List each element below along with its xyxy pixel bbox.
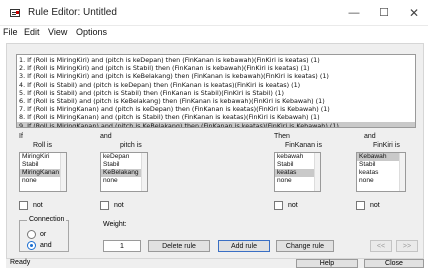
rule-list-item[interactable]: 5. If (Roll is Stabil) and (pitch is Sta… xyxy=(17,89,415,97)
rule-list-item[interactable]: 6. If (Roll is Stabil) and (pitch is KeB… xyxy=(17,97,415,105)
finkiri-not-checkbox[interactable] xyxy=(356,201,365,210)
pitch-listbox-scrollbar[interactable] xyxy=(141,153,147,191)
finkanan-title-label: FinKanan is xyxy=(285,142,322,149)
status-text: Ready xyxy=(10,259,31,266)
roll-listbox-scrollbar[interactable] xyxy=(60,153,66,191)
finkanan-prefix-label: Then xyxy=(274,133,290,140)
rule-list[interactable]: 1. If (Roll is MiringKiri) and (pitch is… xyxy=(16,54,416,128)
pitch-title-label: pitch is xyxy=(120,142,142,149)
rule-list-item[interactable]: 9. If (Roll is MiringKanan) and (pitch i… xyxy=(17,121,415,127)
pitch-not-label: not xyxy=(114,202,124,209)
rule-list-item[interactable]: 4. If (Roll is Stabil) and (pitch is keD… xyxy=(17,81,415,89)
help-button[interactable]: Help xyxy=(296,259,358,268)
finkiri-listbox-item[interactable]: keatas xyxy=(357,169,405,177)
finkiri-title-label: FinKiri is xyxy=(373,142,400,149)
rule-list-item[interactable]: 8. If (Roll is MiringKanan) and (pitch i… xyxy=(17,113,415,121)
menu-view[interactable]: View xyxy=(48,27,67,37)
menu-options[interactable]: Options xyxy=(76,27,107,37)
menu-edit[interactable]: Edit xyxy=(24,27,40,37)
finkiri-not-label: not xyxy=(370,202,380,209)
roll-not-checkbox[interactable] xyxy=(19,201,28,210)
finkiri-listbox[interactable]: Kebawah Stabil keatas none xyxy=(356,152,406,192)
finkiri-prefix-label: and xyxy=(364,133,376,140)
delete-rule-button[interactable]: Delete rule xyxy=(148,240,210,252)
finkiri-listbox-item[interactable]: Stabil xyxy=(357,161,405,169)
roll-not-label: not xyxy=(33,202,43,209)
window-title: Rule Editor: Untitled xyxy=(28,7,117,18)
rule-editor-app-icon xyxy=(10,9,20,17)
rule-list-item[interactable]: 3. If (Roll is MiringKiri) and (pitch is… xyxy=(17,72,415,80)
finkiri-listbox-item[interactable]: Kebawah xyxy=(357,153,405,161)
close-window-button[interactable]: ✕ xyxy=(402,4,426,22)
weight-input[interactable]: 1 xyxy=(103,240,141,252)
pitch-listbox[interactable]: keDepan Stabil KeBelakang none xyxy=(100,152,148,192)
connection-title: Connection xyxy=(27,216,67,223)
roll-title-label: Roll is xyxy=(33,142,53,149)
pitch-not-checkbox[interactable] xyxy=(100,201,109,210)
finkiri-listbox-item[interactable]: none xyxy=(357,177,405,185)
menu-bar: File Edit View Options xyxy=(0,26,428,40)
connection-or-radio[interactable] xyxy=(27,230,36,239)
finkanan-listbox-scrollbar[interactable] xyxy=(314,153,320,191)
title-bar: Rule Editor: Untitled — ☐ ✕ xyxy=(0,0,428,26)
rule-list-item[interactable]: 2. If (Roll is MiringKiri) and (pitch is… xyxy=(17,64,415,72)
finkanan-not-label: not xyxy=(288,202,298,209)
rule-list-item[interactable]: 1. If (Roll is MiringKiri) and (pitch is… xyxy=(17,56,415,64)
roll-listbox[interactable]: MiringKiri Stabil MiringKanan none xyxy=(19,152,67,192)
minimize-button[interactable]: — xyxy=(342,4,366,22)
finkanan-not-checkbox[interactable] xyxy=(274,201,283,210)
maximize-button[interactable]: ☐ xyxy=(372,4,396,22)
finkanan-listbox[interactable]: kebawah Stabil keatas none xyxy=(274,152,321,192)
previous-button[interactable]: << xyxy=(370,240,392,252)
close-button[interactable]: Close xyxy=(364,259,424,268)
connection-and-label: and xyxy=(40,242,52,249)
roll-prefix-label: If xyxy=(19,133,23,140)
weight-label: Weight: xyxy=(103,221,127,228)
pitch-prefix-label: and xyxy=(100,133,112,140)
finkiri-listbox-scrollbar[interactable] xyxy=(399,153,405,191)
connection-and-radio[interactable] xyxy=(27,241,36,250)
rule-list-item[interactable]: 7. If (Roll is MiringKanan) and (pitch i… xyxy=(17,105,415,113)
add-rule-button[interactable]: Add rule xyxy=(218,240,270,252)
change-rule-button[interactable]: Change rule xyxy=(276,240,334,252)
status-bar: Ready xyxy=(6,259,424,268)
menu-file[interactable]: File xyxy=(3,27,18,37)
connection-or-label: or xyxy=(40,231,47,238)
next-button[interactable]: >> xyxy=(396,240,418,252)
